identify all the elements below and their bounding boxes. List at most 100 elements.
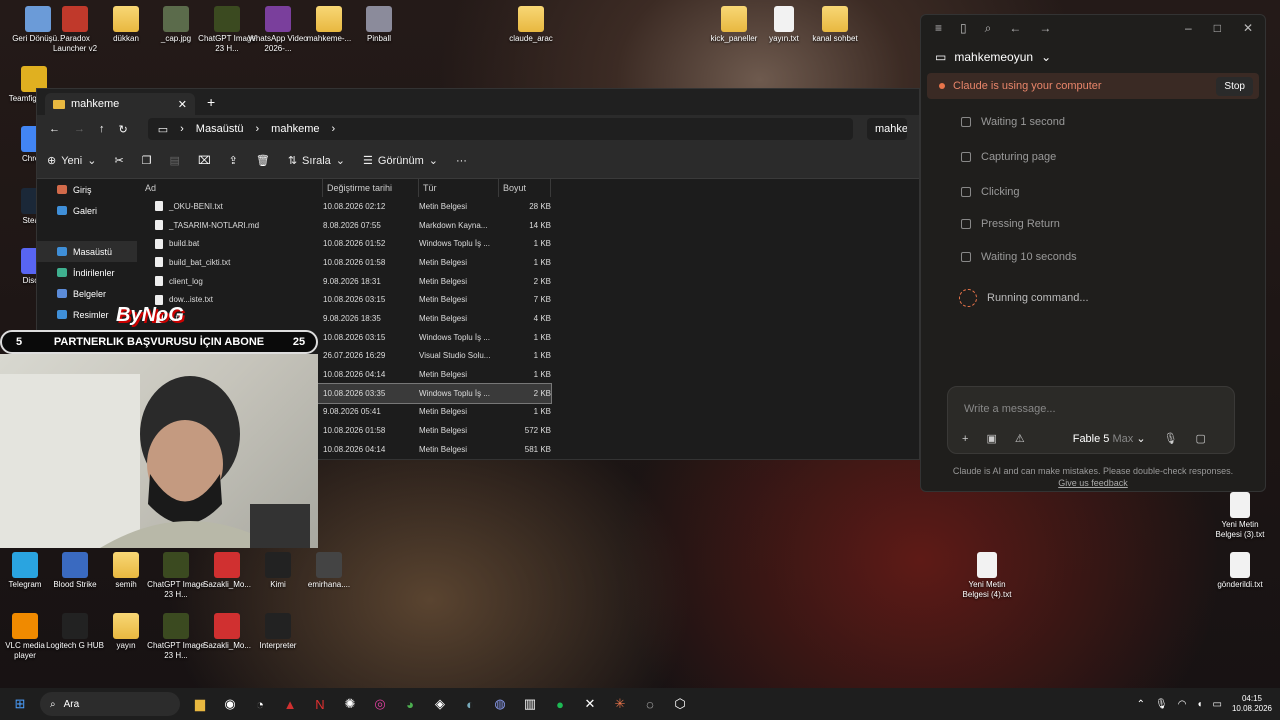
desktop-icon[interactable]: Pinball (349, 6, 409, 44)
instagram-icon[interactable]: ◎ (370, 694, 390, 714)
more-icon[interactable]: ··· (456, 155, 467, 167)
desktop-icon[interactable]: emirhana.... (299, 552, 359, 590)
sidebar-item[interactable]: Belgeler (37, 283, 137, 304)
delete-icon[interactable]: 🗑 (256, 154, 270, 167)
desktop-icon-image (214, 613, 240, 639)
close-icon[interactable]: ✕ (1243, 21, 1253, 35)
microphone-icon[interactable]: 🎙 (1164, 432, 1178, 445)
tab-title: mahkeme (71, 98, 120, 110)
message-input[interactable]: Write a message... (964, 403, 1056, 415)
volume-icon[interactable]: ◖ (1196, 699, 1202, 710)
discord-icon[interactable]: ◍ (490, 694, 510, 714)
view-button[interactable]: ☰ Görünüm ⌄ (363, 154, 438, 168)
new-tab-icon[interactable]: + (207, 94, 215, 110)
file-type: Metin Belgesi (419, 257, 468, 267)
address-bar-row: ← → ↑ ↻ ▭ › Masaüstü › mahkeme › mahkem (37, 115, 919, 143)
clock-date: 10.08.2026 (1231, 704, 1272, 713)
file-row[interactable]: build_bat_cikti.txt 10.08.2026 01:58 Metin… (151, 253, 551, 272)
file-row[interactable]: ...txt 9.08.2026 18:35 Metin Belgesi 4 KB (151, 309, 551, 328)
rename-icon[interactable]: ⌧ (198, 154, 211, 167)
x-icon[interactable]: ✕ (580, 694, 600, 714)
app-icon[interactable]: ◌ (640, 694, 660, 714)
back-icon[interactable]: ← (1009, 21, 1021, 35)
desktop-icon[interactable]: claude_arac (501, 6, 561, 44)
share-icon[interactable]: ⇪ (229, 154, 238, 167)
netflix-icon[interactable]: N (310, 694, 330, 714)
battery-icon[interactable]: ▭ (1213, 699, 1222, 710)
file-row[interactable]: _OKU-BENI.txt 10.08.2026 02:12 Metin Belge… (151, 197, 551, 216)
file-name-cell: _TASARIM-NOTLARI.md (151, 220, 323, 231)
copy-icon[interactable]: ❐ (142, 154, 152, 167)
file-date: 9.08.2026 05:41 (323, 407, 381, 417)
app-icon[interactable]: ◔ (250, 694, 270, 714)
paste-icon[interactable]: ▤ (170, 154, 180, 167)
refresh-icon[interactable]: ↻ (119, 123, 128, 136)
up-icon[interactable]: ↑ (99, 123, 105, 135)
warning-icon[interactable]: ⚠ (1015, 432, 1025, 445)
file-size: 1 KB (533, 351, 551, 361)
forward-icon[interactable]: → (74, 123, 85, 135)
tab-mahkeme[interactable]: mahkeme ✕ (45, 93, 195, 115)
steam-icon[interactable]: ◐ (460, 694, 480, 714)
desktop-icon[interactable]: gönderildi.txt (1210, 552, 1270, 590)
minimize-icon[interactable]: – (1185, 21, 1192, 35)
app-icon[interactable]: ⬡ (670, 694, 690, 714)
file-row[interactable]: client_log 9.08.2026 18:31 Metin Belgesi 2 … (151, 272, 551, 291)
file-row[interactable]: build.bat 10.08.2026 01:52 Windows Toplu İ… (151, 234, 551, 253)
desktop-icon[interactable]: kanal sohbet (805, 6, 865, 44)
breadcrumb-mahkeme[interactable]: mahkeme (271, 123, 319, 135)
file-row[interactable]: dow...iste.txt 10.08.2026 03:15 Metin Belg… (151, 290, 551, 309)
maximize-icon[interactable]: □ (1214, 21, 1221, 35)
breadcrumb-masaustu[interactable]: Masaüstü (196, 123, 244, 135)
file-icon (155, 220, 163, 231)
column-type[interactable]: Tür (419, 179, 499, 197)
chrome-icon[interactable]: ◕ (400, 694, 420, 714)
microphone-icon[interactable]: 🎙 (1155, 699, 1168, 710)
column-size[interactable]: Boyut (499, 179, 551, 197)
wifi-icon[interactable]: ◠ (1178, 699, 1187, 710)
search-input[interactable]: mahkem (867, 118, 907, 140)
sort-button[interactable]: ⇅ Sırala ⌄ (288, 154, 345, 168)
column-date[interactable]: Değiştirme tarihi (323, 179, 419, 197)
app-icon[interactable]: ▲ (280, 694, 300, 714)
windows-start-icon[interactable]: ⊞ (10, 694, 30, 714)
sidebar-item[interactable]: Masaüstü (37, 241, 137, 262)
stop-square-icon[interactable]: ▢ (1196, 432, 1206, 445)
sidebar-item[interactable]: Galeri (37, 200, 137, 221)
back-icon[interactable]: ← (49, 123, 60, 135)
file-size: 14 KB (529, 220, 551, 230)
desktop-icon[interactable]: Interpreter (248, 613, 308, 651)
desktop-icon[interactable]: Yeni Metin Belgesi (4).txt (957, 552, 1017, 600)
desktop-icon-label: emirhana.... (307, 580, 351, 589)
file-row[interactable]: _TASARIM-NOTLARI.md 8.08.2026 07:55 Markdo… (151, 216, 551, 235)
app-icon[interactable]: ▥ (520, 694, 540, 714)
column-name[interactable]: Ad (141, 179, 323, 197)
feedback-link[interactable]: Give us feedback (1058, 478, 1128, 488)
model-selector[interactable]: Fable 5 Max ⌄ (1073, 432, 1146, 445)
sidebar-icon[interactable]: ▯ (960, 21, 967, 35)
file-explorer-icon[interactable]: ▆ (190, 694, 210, 714)
project-selector[interactable]: ▭ mahkemeoyun ⌄ (921, 41, 1265, 73)
cut-icon[interactable]: ✂ (114, 154, 123, 167)
app-icon[interactable]: ◈ (430, 694, 450, 714)
stop-button[interactable]: Stop (1216, 76, 1253, 96)
desktop-icon[interactable]: Yeni Metin Belgesi (3).txt (1210, 492, 1270, 540)
search-icon[interactable]: ⌕ (985, 21, 992, 36)
folder-icon[interactable]: ▣ (986, 432, 996, 445)
close-tab-icon[interactable]: ✕ (178, 98, 187, 111)
file-size: 1 KB (533, 239, 551, 249)
app-icon[interactable]: ◉ (220, 694, 240, 714)
spotify-icon[interactable]: ● (550, 694, 570, 714)
clock[interactable]: 04:15 10.08.2026 (1232, 694, 1272, 714)
address-bar[interactable]: ▭ › Masaüstü › mahkeme › (147, 118, 853, 140)
menu-icon[interactable]: ≡ (935, 21, 942, 35)
chevron-up-icon[interactable]: ⌃ (1137, 699, 1145, 710)
chatgpt-icon[interactable]: ✺ (340, 694, 360, 714)
sidebar-item[interactable]: İndirilenler (37, 262, 137, 283)
forward-icon[interactable]: → (1039, 21, 1051, 35)
add-icon[interactable]: + (962, 433, 968, 445)
taskbar-search[interactable]: ⌕ Ara (40, 692, 180, 716)
claude-icon[interactable]: ✳ (610, 694, 630, 714)
sidebar-item[interactable]: Giriş (37, 179, 137, 200)
new-button[interactable]: ⊕ Yeni ⌄ (47, 154, 96, 168)
